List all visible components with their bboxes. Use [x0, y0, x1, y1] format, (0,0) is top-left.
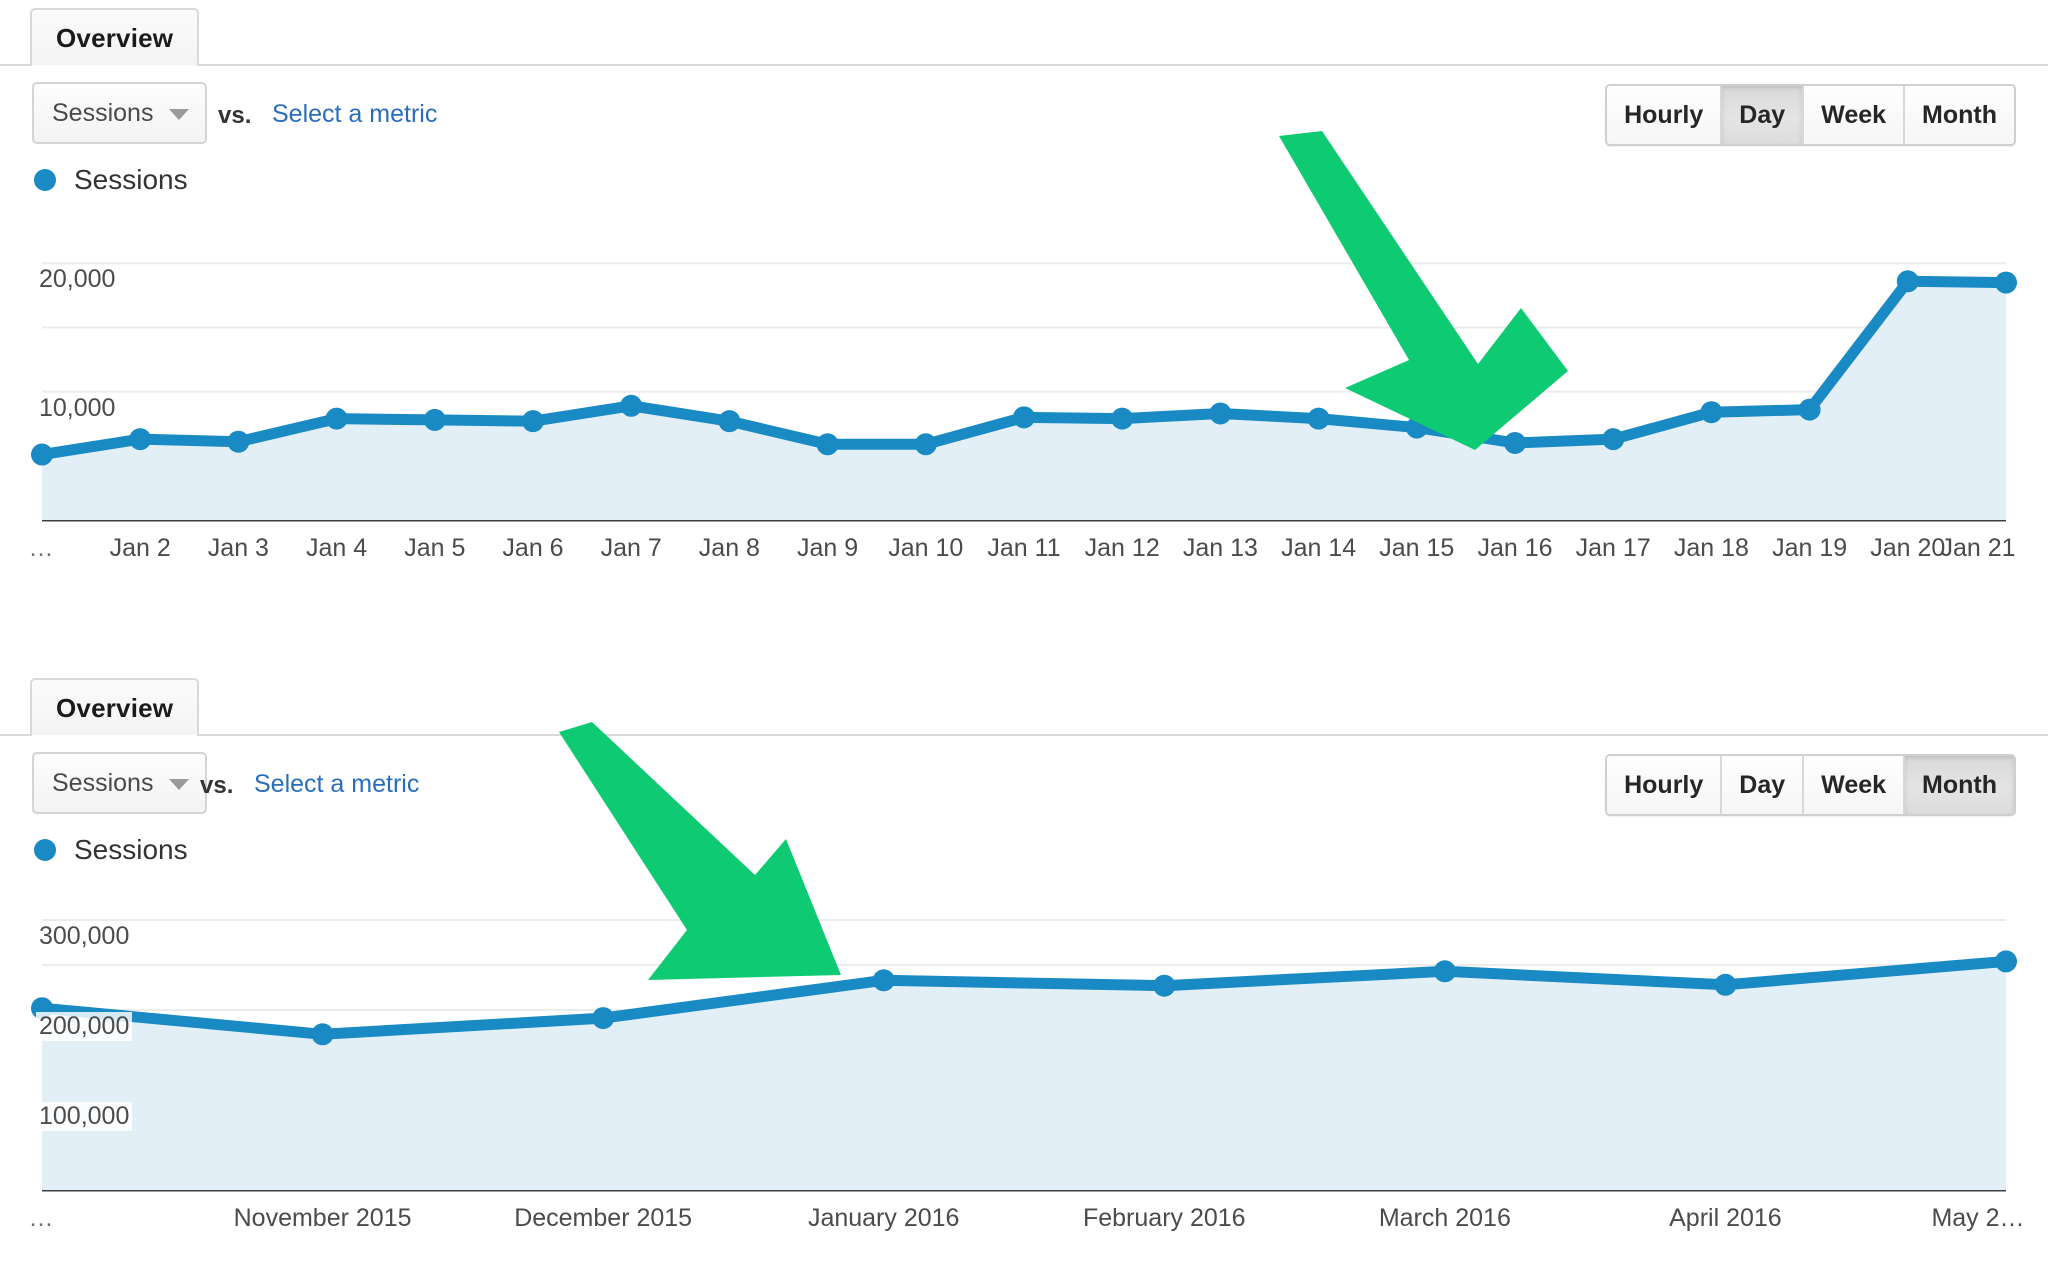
- y-axis-tick-label: 100,000: [36, 1102, 132, 1131]
- metric-controls: Sessions vs. Select a metric Hourly Day …: [0, 66, 2048, 152]
- granularity-day[interactable]: Day: [1722, 756, 1804, 814]
- chevron-down-icon: [169, 109, 189, 120]
- x-axis-tick-label: Jan 21: [1940, 534, 2015, 563]
- x-axis-tick-label: November 2015: [234, 1204, 412, 1233]
- legend-color-swatch-sessions: [34, 169, 56, 191]
- legend-label-sessions: Sessions: [74, 164, 188, 196]
- metric-select[interactable]: Sessions: [32, 752, 207, 814]
- granularity-month[interactable]: Month: [1905, 86, 2014, 144]
- x-axis-tick-label: Jan 13: [1183, 534, 1258, 563]
- granularity-hourly[interactable]: Hourly: [1607, 86, 1722, 144]
- chevron-down-icon: [169, 779, 189, 790]
- x-axis-tick-label: Jan 11: [987, 534, 1060, 563]
- chart-legend: Sessions: [34, 164, 188, 196]
- x-axis-tick-label: Jan 20: [1870, 534, 1945, 563]
- tab-strip: Overview: [0, 0, 2048, 66]
- x-axis-tick-label: Jan 10: [888, 534, 963, 563]
- x-axis-tick-label: January 2016: [808, 1204, 960, 1233]
- overview-panel-month: Overview Sessions vs. Select a metric Ho…: [0, 670, 2048, 1287]
- x-axis-tick-label: Jan 15: [1379, 534, 1454, 563]
- x-axis-tick-label: March 2016: [1379, 1204, 1511, 1233]
- metric-select[interactable]: Sessions: [32, 82, 207, 144]
- tab-overview[interactable]: Overview: [30, 678, 199, 736]
- tab-overview[interactable]: Overview: [30, 8, 199, 66]
- metric-select-value: Sessions: [52, 769, 153, 798]
- legend-color-swatch-sessions: [34, 839, 56, 861]
- granularity-hourly[interactable]: Hourly: [1607, 756, 1722, 814]
- granularity-toggle-group: Hourly Day Week Month: [1605, 754, 2016, 816]
- granularity-month[interactable]: Month: [1905, 756, 2014, 814]
- vs-label: vs.: [218, 102, 251, 130]
- x-axis-tick-label: …: [29, 534, 56, 563]
- x-axis-tick-label: …: [29, 1204, 56, 1233]
- analytics-overview-screenshot: Overview Sessions vs. Select a metric Ho…: [0, 0, 2048, 1287]
- x-axis-tick-label: Jan 7: [601, 534, 662, 563]
- x-axis-tick-label: Jan 18: [1674, 534, 1749, 563]
- x-axis-tick-label: April 2016: [1669, 1204, 1782, 1233]
- metric-controls: Sessions vs. Select a metric Hourly Day …: [0, 736, 2048, 822]
- x-axis-tick-label: Jan 8: [699, 534, 760, 563]
- select-a-metric-link[interactable]: Select a metric: [272, 100, 437, 129]
- y-axis-tick-label: 200,000: [36, 1012, 132, 1041]
- sessions-chart-daily[interactable]: 10,000 20,000 … Jan 2 Jan 3 Jan 4 Jan 5 Jan 6 Ja…: [0, 200, 2048, 620]
- x-axis-tick-label: Jan 4: [306, 534, 367, 563]
- granularity-day[interactable]: Day: [1722, 86, 1804, 144]
- select-a-metric-link[interactable]: Select a metric: [254, 770, 419, 799]
- metric-select-value: Sessions: [52, 99, 153, 128]
- legend-label-sessions: Sessions: [74, 834, 188, 866]
- tab-overview-label: Overview: [56, 23, 173, 54]
- tab-overview-label: Overview: [56, 693, 173, 724]
- y-axis-tick-label: 10,000: [36, 394, 118, 423]
- x-axis-tick-label: Jan 3: [208, 534, 269, 563]
- x-axis-tick-label: Jan 2: [110, 534, 171, 563]
- sessions-chart-monthly[interactable]: 100,000 200,000 300,000 … November 2015 Decem…: [0, 872, 2048, 1287]
- x-axis-tick-label: December 2015: [514, 1204, 692, 1233]
- chart-legend: Sessions: [34, 834, 188, 866]
- x-axis-tick-label: Jan 6: [502, 534, 563, 563]
- tab-strip: Overview: [0, 670, 2048, 736]
- y-axis-tick-label: 300,000: [36, 922, 132, 951]
- y-axis-tick-label: 20,000: [36, 265, 118, 294]
- x-axis-tick-label: Jan 17: [1576, 534, 1651, 563]
- x-axis-tick-label: Jan 9: [797, 534, 858, 563]
- x-axis-tick-label: Jan 16: [1477, 534, 1552, 563]
- x-axis-tick-label: May 2…: [1931, 1204, 2024, 1233]
- x-axis-tick-label: February 2016: [1083, 1204, 1246, 1233]
- x-axis-tick-label: Jan 14: [1281, 534, 1356, 563]
- vs-label: vs.: [200, 772, 233, 800]
- granularity-week[interactable]: Week: [1804, 86, 1905, 144]
- granularity-week[interactable]: Week: [1804, 756, 1905, 814]
- overview-panel-day: Overview Sessions vs. Select a metric Ho…: [0, 0, 2048, 640]
- granularity-toggle-group: Hourly Day Week Month: [1605, 84, 2016, 146]
- x-axis-tick-label: Jan 5: [404, 534, 465, 563]
- x-axis-tick-label: Jan 12: [1085, 534, 1160, 563]
- x-axis-tick-label: Jan 19: [1772, 534, 1847, 563]
